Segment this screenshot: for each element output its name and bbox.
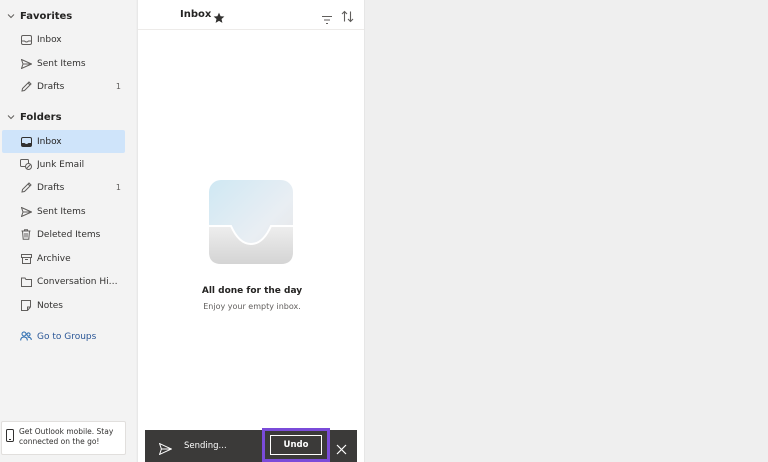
favorites-item-drafts[interactable]: Drafts 1 bbox=[2, 75, 125, 98]
inbox-icon bbox=[20, 34, 32, 46]
pencil-icon bbox=[20, 182, 32, 194]
folder-item-archive[interactable]: Archive bbox=[2, 247, 125, 270]
favorites-item-sent-items[interactable]: Sent Items bbox=[2, 52, 125, 75]
nav-label: Inbox bbox=[37, 136, 62, 147]
nav-label: Sent Items bbox=[37, 206, 86, 217]
sending-snackbar: Sending... Undo bbox=[145, 428, 357, 462]
folder-sidebar: Favorites Inbox Sent Items Drafts 1 Fold… bbox=[0, 0, 136, 462]
sort-icon[interactable] bbox=[341, 8, 354, 23]
nav-label: Inbox bbox=[37, 34, 62, 45]
trash-icon bbox=[20, 229, 32, 241]
nav-label: Conversation Histo... bbox=[37, 276, 121, 287]
junk-icon bbox=[20, 159, 32, 171]
pencil-icon bbox=[20, 81, 32, 93]
chevron-down-icon bbox=[6, 112, 16, 122]
send-icon bbox=[158, 440, 173, 456]
message-list-pane: Inbox All done for the day Enjoy your em… bbox=[137, 0, 365, 462]
folders-header[interactable]: Folders bbox=[0, 106, 136, 128]
promo-text: Get Outlook mobile. Stay connected on th… bbox=[19, 427, 114, 446]
folder-item-drafts[interactable]: Drafts 1 bbox=[2, 176, 125, 199]
nav-label: Drafts bbox=[37, 182, 65, 193]
empty-state-subtitle: Enjoy your empty inbox. bbox=[203, 302, 301, 311]
favorites-label: Favorites bbox=[20, 10, 73, 22]
folder-item-inbox[interactable]: Inbox bbox=[2, 130, 125, 153]
undo-button[interactable]: Undo bbox=[270, 435, 322, 455]
go-to-groups-link[interactable]: Go to Groups bbox=[2, 325, 125, 348]
send-icon bbox=[20, 58, 32, 70]
folders-label: Folders bbox=[20, 111, 62, 123]
folder-item-junk-email[interactable]: Junk Email bbox=[2, 153, 125, 176]
folder-item-deleted-items[interactable]: Deleted Items bbox=[2, 223, 125, 246]
nav-label: Junk Email bbox=[37, 159, 85, 170]
favorites-item-inbox[interactable]: Inbox bbox=[2, 28, 125, 51]
undo-highlight: Undo bbox=[262, 428, 330, 462]
close-icon[interactable] bbox=[336, 440, 347, 455]
go-to-groups-label: Go to Groups bbox=[37, 331, 97, 342]
nav-label: Notes bbox=[37, 300, 63, 311]
message-list-header: Inbox bbox=[138, 0, 364, 30]
nav-label: Sent Items bbox=[37, 58, 86, 69]
unread-count: 1 bbox=[115, 183, 121, 192]
list-title: Inbox bbox=[180, 9, 212, 20]
nav-label: Archive bbox=[37, 253, 71, 264]
filter-icon[interactable] bbox=[321, 10, 333, 25]
notes-icon bbox=[20, 300, 32, 312]
nav-label: Deleted Items bbox=[37, 229, 101, 240]
outlook-mobile-promo[interactable]: Get Outlook mobile. Stay connected on th… bbox=[1, 421, 126, 455]
favorite-star-icon[interactable] bbox=[213, 9, 225, 23]
groups-icon bbox=[20, 331, 32, 343]
folder-item-notes[interactable]: Notes bbox=[2, 294, 125, 317]
folder-icon bbox=[20, 276, 32, 288]
folder-item-conversation-history[interactable]: Conversation Histo... bbox=[2, 270, 125, 293]
archive-icon bbox=[20, 253, 32, 265]
inbox-icon bbox=[20, 136, 32, 148]
send-icon bbox=[20, 206, 32, 218]
folder-item-sent-items[interactable]: Sent Items bbox=[2, 200, 125, 223]
empty-inbox-illustration bbox=[209, 180, 293, 264]
sending-status-text: Sending... bbox=[184, 441, 227, 451]
chevron-down-icon bbox=[6, 11, 16, 21]
unread-count: 1 bbox=[115, 82, 121, 91]
nav-label: Drafts bbox=[37, 81, 65, 92]
empty-state-title: All done for the day bbox=[201, 286, 303, 296]
phone-icon bbox=[6, 429, 14, 442]
favorites-header[interactable]: Favorites bbox=[0, 5, 136, 27]
